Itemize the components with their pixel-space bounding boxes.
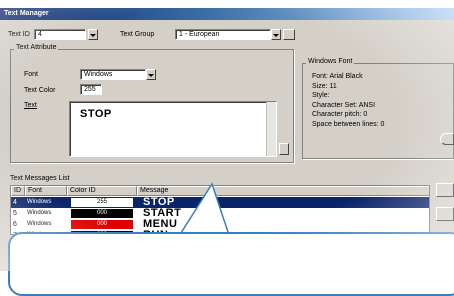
callout-bubble [8, 232, 454, 296]
callout-pointer [172, 182, 234, 247]
